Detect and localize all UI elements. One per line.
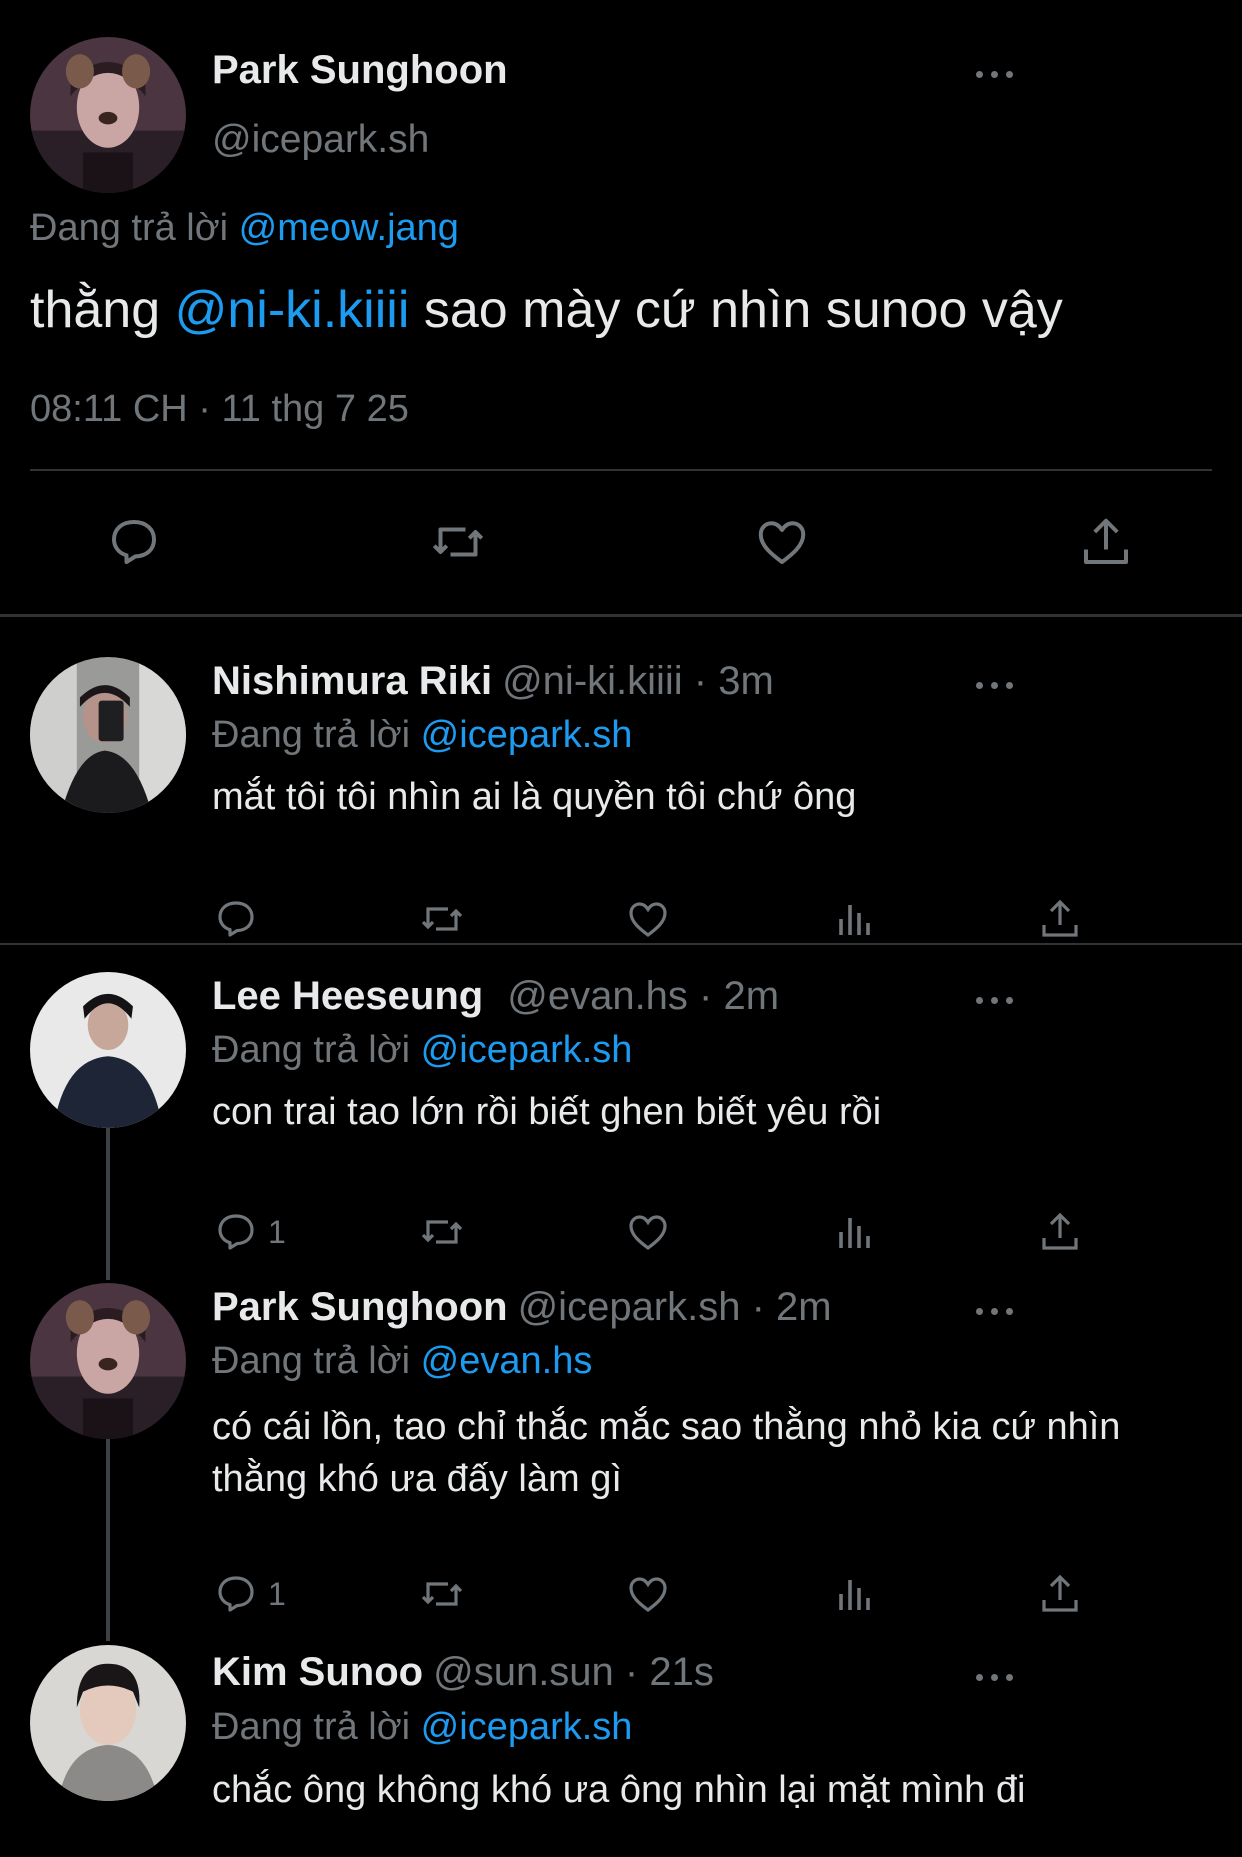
reply-button[interactable]: 1 xyxy=(212,1569,286,1619)
views-icon xyxy=(839,1580,870,1610)
replying-to: Đang trả lời @evan.hs xyxy=(212,1340,592,1383)
replying-to: Đang trả lời @icepark.sh xyxy=(212,1029,632,1072)
reply-header: Kim Sunoo @sun.sun · 21s xyxy=(212,1650,714,1695)
replying-to-mention[interactable]: @evan.hs xyxy=(421,1340,593,1382)
avatar-image xyxy=(30,1283,186,1439)
reply-icon xyxy=(218,901,254,937)
author-name[interactable]: Park Sunghoon xyxy=(212,1285,508,1329)
avatar-image xyxy=(30,1645,186,1801)
reply-text: chắc ông không khó ưa ông nhìn lại mặt m… xyxy=(212,1769,1026,1811)
more-options-icon[interactable] xyxy=(976,1305,1016,1317)
avatar[interactable] xyxy=(30,972,186,1128)
reply-text: con trai tao lớn rồi biết ghen biết yêu … xyxy=(212,1091,882,1133)
views-button[interactable] xyxy=(831,1207,879,1257)
author-handle[interactable]: @icepark.sh xyxy=(212,118,429,162)
views-icon xyxy=(839,1218,870,1248)
author-name[interactable]: Park Sunghoon xyxy=(212,48,508,93)
share-button[interactable] xyxy=(1036,894,1084,944)
author-meta[interactable]: @ni-ki.kiiii · 3m xyxy=(502,659,774,703)
replying-to-mention[interactable]: @icepark.sh xyxy=(421,714,633,756)
like-button[interactable] xyxy=(624,1207,672,1257)
share-button[interactable] xyxy=(1036,1207,1084,1257)
author-name[interactable]: Kim Sunoo xyxy=(212,1650,423,1694)
reply-tweet[interactable]: Park Sunghoon @icepark.sh · 2m Đang trả l… xyxy=(0,1280,1242,1640)
retweet-icon xyxy=(432,527,484,557)
views-icon xyxy=(839,905,870,935)
like-icon xyxy=(629,1577,667,1613)
replying-to: Đang trả lời @icepark.sh xyxy=(212,714,632,757)
author-meta[interactable]: @icepark.sh · 2m xyxy=(518,1285,832,1329)
reply-button[interactable]: 1 xyxy=(212,1207,286,1257)
reply-header: Park Sunghoon @icepark.sh · 2m xyxy=(212,1285,832,1330)
share-icon xyxy=(1042,899,1078,937)
reply-button[interactable] xyxy=(104,512,164,572)
more-options-icon[interactable] xyxy=(976,1671,1016,1683)
author-name[interactable]: Lee Heeseung xyxy=(212,974,483,1018)
share-icon xyxy=(1042,1212,1078,1250)
avatar[interactable] xyxy=(30,657,186,813)
retweet-icon xyxy=(421,907,463,931)
retweet-icon xyxy=(421,1582,463,1606)
author-name[interactable]: Nishimura Riki xyxy=(212,659,492,703)
reply-icon xyxy=(112,520,156,564)
like-button[interactable] xyxy=(624,894,672,944)
reply-count: 1 xyxy=(268,1213,286,1250)
like-button[interactable] xyxy=(624,1569,672,1619)
views-button[interactable] xyxy=(831,1569,879,1619)
retweet-button[interactable] xyxy=(428,512,488,572)
replying-to-mention[interactable]: @icepark.sh xyxy=(421,1029,633,1071)
replying-to-mention[interactable]: @icepark.sh xyxy=(421,1706,633,1748)
author-meta[interactable]: @evan.hs · 2m xyxy=(507,974,779,1018)
views-button[interactable] xyxy=(831,894,879,944)
reply-icon xyxy=(218,1576,254,1612)
like-icon xyxy=(758,521,806,564)
replying-to: Đang trả lời @icepark.sh xyxy=(212,1706,632,1749)
reply-icon xyxy=(218,1214,254,1250)
avatar[interactable] xyxy=(30,37,186,193)
more-options-icon[interactable] xyxy=(976,679,1016,691)
more-options-icon[interactable] xyxy=(976,68,1016,80)
tweet-text-part: thằng xyxy=(30,281,161,339)
reply-tweet[interactable]: Nishimura Riki @ni-ki.kiiii · 3m Đang trả… xyxy=(0,617,1242,941)
reply-tweet[interactable]: Kim Sunoo @sun.sun · 21s Đang trả lời @ic… xyxy=(0,1640,1242,1857)
reply-text: có cái lồn, tao chỉ thắc mắc sao thằng n… xyxy=(212,1406,1121,1500)
avatar-image xyxy=(30,657,186,813)
like-icon xyxy=(629,1215,667,1251)
retweet-button[interactable] xyxy=(418,894,466,944)
share-button[interactable] xyxy=(1076,512,1136,572)
tweet-text: thằng @ni-ki.kiiii sao mày cứ nhìn sunoo… xyxy=(30,280,1063,340)
replying-prefix: Đang trả lời xyxy=(212,1029,411,1071)
share-icon xyxy=(1042,1574,1078,1612)
reply-button[interactable] xyxy=(212,894,268,944)
more-options-icon[interactable] xyxy=(976,994,1016,1006)
reply-header: Lee Heeseung @evan.hs · 2m xyxy=(212,974,779,1019)
replying-to-mention[interactable]: @meow.jang xyxy=(239,207,459,249)
avatar-image xyxy=(30,972,186,1128)
reply-text: mắt tôi tôi nhìn ai là quyền tôi chứ ông xyxy=(212,776,857,818)
avatar[interactable] xyxy=(30,1645,186,1801)
reply-tweet[interactable]: Lee Heeseung @evan.hs · 2m Đang trả lời @… xyxy=(0,945,1242,1280)
replying-prefix: Đang trả lời xyxy=(30,207,229,249)
retweet-icon xyxy=(421,1220,463,1244)
tweet-mention[interactable]: @ni-ki.kiiii xyxy=(175,281,410,339)
replying-prefix: Đang trả lời xyxy=(212,714,411,756)
main-tweet: Park Sunghoon @icepark.sh Đang trả lời @… xyxy=(0,0,1242,617)
like-icon xyxy=(629,902,667,938)
divider xyxy=(30,469,1212,471)
avatar-image xyxy=(30,37,186,193)
replying-prefix: Đang trả lời xyxy=(212,1340,411,1382)
like-button[interactable] xyxy=(752,512,812,572)
avatar[interactable] xyxy=(30,1283,186,1439)
replying-to: Đang trả lời @meow.jang xyxy=(30,207,459,250)
retweet-button[interactable] xyxy=(418,1569,466,1619)
replying-prefix: Đang trả lời xyxy=(212,1706,411,1748)
reply-count: 1 xyxy=(268,1575,286,1612)
share-icon xyxy=(1084,518,1128,564)
reply-header: Nishimura Riki @ni-ki.kiiii · 3m xyxy=(212,659,774,704)
author-meta[interactable]: @sun.sun · 21s xyxy=(433,1650,714,1694)
tweet-timestamp[interactable]: 08:11 CH · 11 thg 7 25 xyxy=(30,388,409,431)
share-button[interactable] xyxy=(1036,1569,1084,1619)
tweet-text-part: sao mày cứ nhìn sunoo vậy xyxy=(423,281,1063,339)
retweet-button[interactable] xyxy=(418,1207,466,1257)
